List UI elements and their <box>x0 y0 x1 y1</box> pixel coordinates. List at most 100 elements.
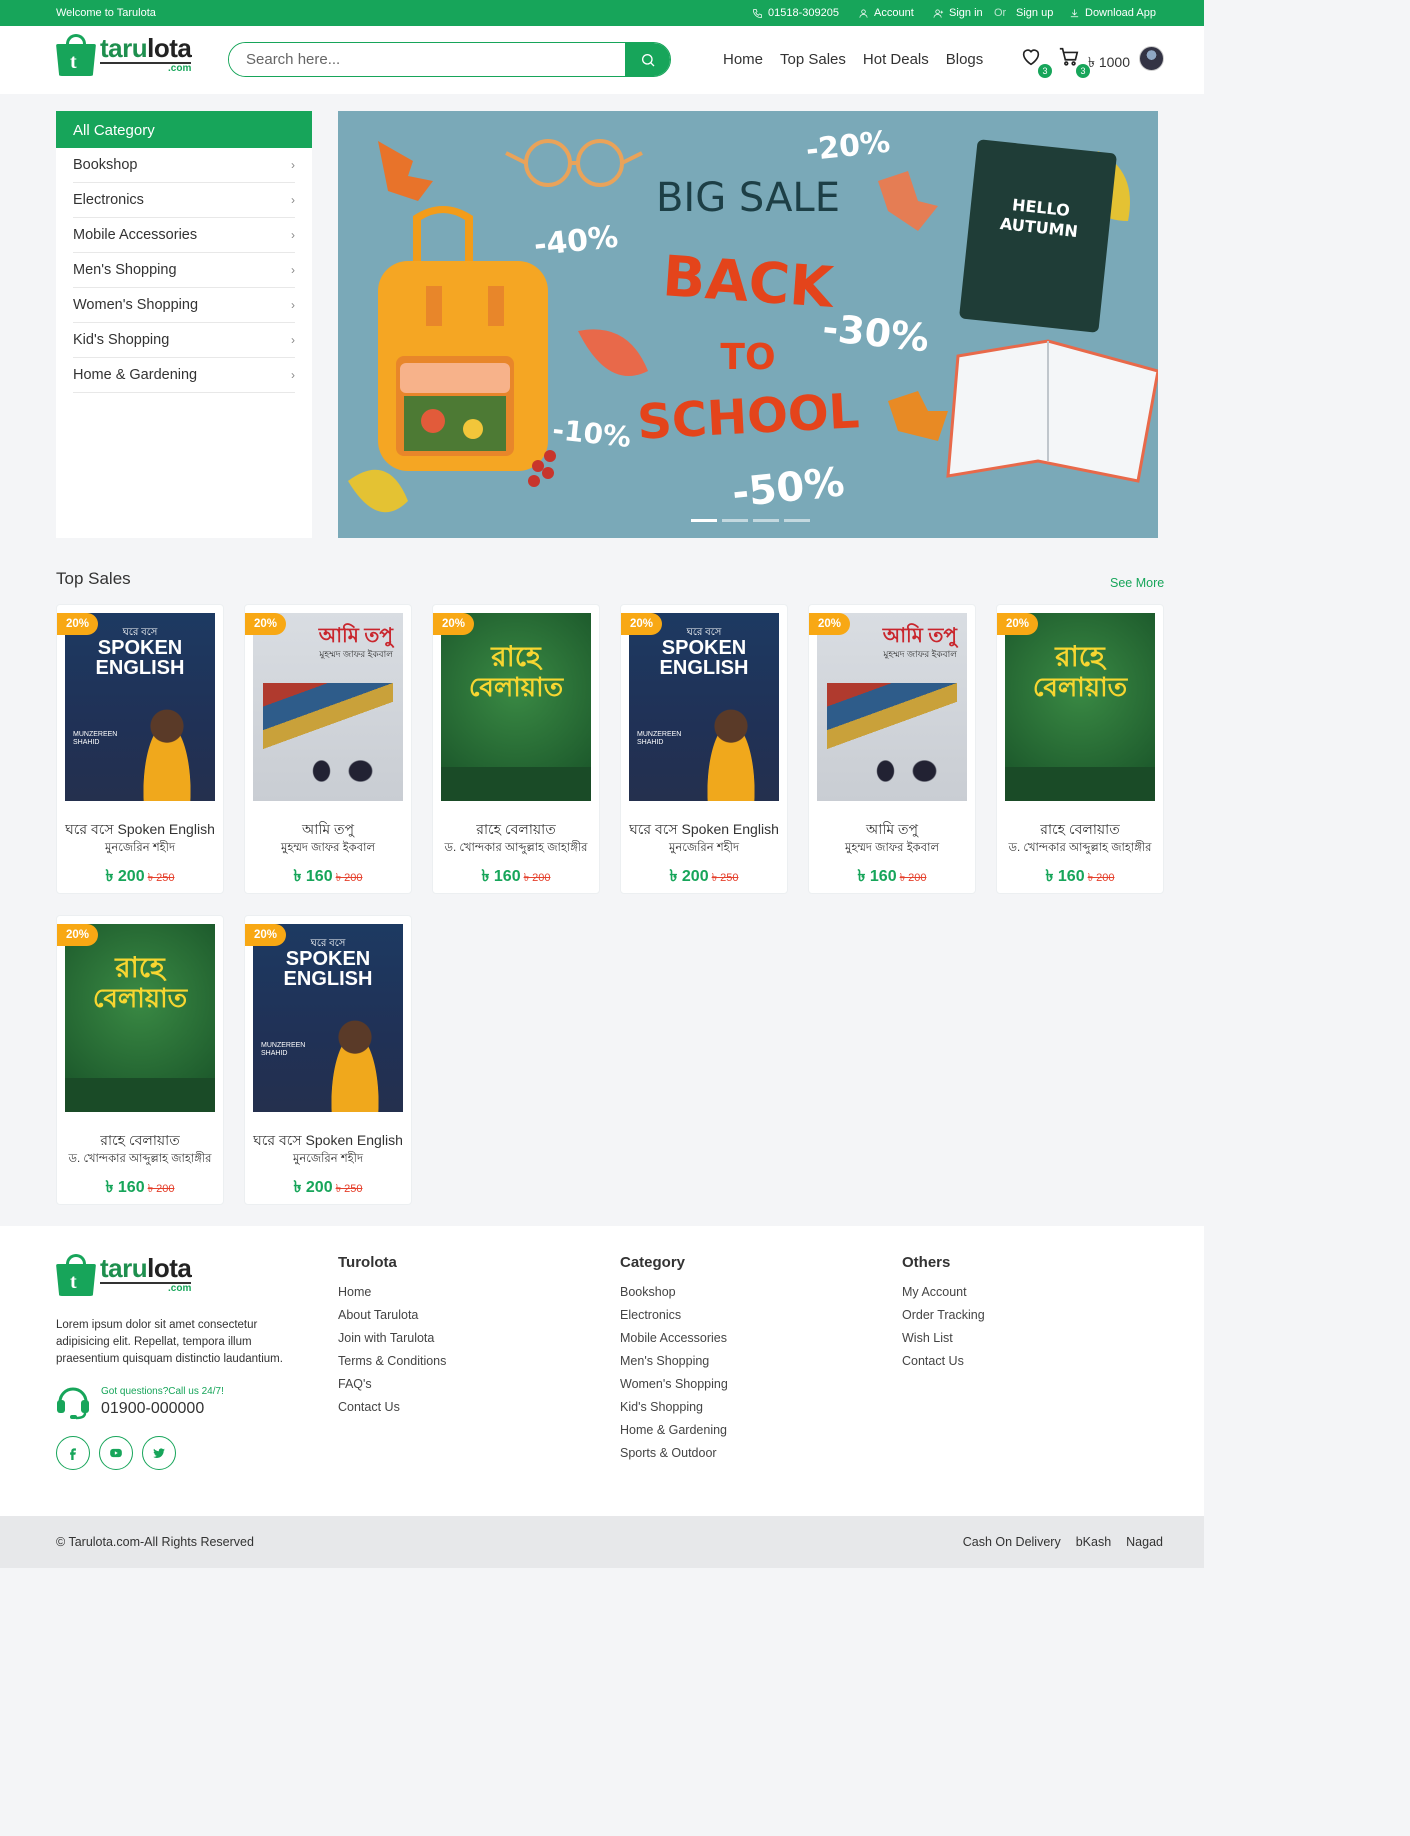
product-price: ৳ 160 ৳ 200 <box>433 863 599 890</box>
avatar[interactable] <box>1139 46 1164 71</box>
footer-logo[interactable]: t tarulota .com <box>56 1254 192 1296</box>
product-card[interactable]: 20% রাহে বেলায়াত রাহে বেলায়াত ড. খোন্দকার … <box>56 915 224 1205</box>
slider-dot[interactable] <box>784 519 810 522</box>
search-button[interactable] <box>625 43 670 76</box>
footer-link[interactable]: Bookshop <box>620 1284 728 1307</box>
footer-link[interactable]: Contact Us <box>338 1399 446 1422</box>
wishlist-button[interactable]: 3 <box>1020 46 1052 78</box>
old-price: ৳ 200 <box>335 872 363 884</box>
category-item[interactable]: Bookshop › <box>73 148 295 183</box>
product-price: ৳ 160 ৳ 200 <box>997 863 1163 890</box>
product-card[interactable]: 20% ঘরে বসে SPOKEN ENGLISH MUNZEREEN SHAHID ঘ… <box>56 604 224 894</box>
sign-in-link[interactable]: Sign in <box>933 7 983 19</box>
category-item[interactable]: Kid's Shopping › <box>73 323 295 358</box>
youtube-button[interactable] <box>99 1436 133 1470</box>
hero-banner[interactable]: HELLO AUTUMN BIG SALE BACK TO SCHOOL -20… <box>338 111 1158 538</box>
payment-methods: Cash On Delivery bKash Nagad <box>963 1535 1163 1549</box>
footer-link[interactable]: Women's Shopping <box>620 1376 728 1399</box>
book-cover-image[interactable]: রাহে বেলায়াত <box>441 613 591 801</box>
book-cover-image[interactable]: আমি তপু মুহম্মদ জাফর ইকবাল <box>253 613 403 801</box>
footer-link[interactable]: Wish List <box>902 1330 985 1353</box>
book-cover-image[interactable]: রাহে বেলায়াত <box>65 924 215 1112</box>
footer-link[interactable]: My Account <box>902 1284 985 1307</box>
svg-text:TO: TO <box>720 337 775 378</box>
see-more-link[interactable]: See More <box>1110 576 1164 590</box>
footer-link[interactable]: Terms & Conditions <box>338 1353 446 1376</box>
footer-description: Lorem ipsum dolor sit amet consectetur a… <box>56 1319 283 1365</box>
footer-column-turolota: Turolota Home About Tarulota Join with Tar… <box>338 1254 446 1422</box>
discount-badge: 20% <box>997 613 1039 635</box>
footer-link[interactable]: Home & Gardening <box>620 1422 728 1445</box>
cart-button[interactable]: 3 <box>1058 46 1090 78</box>
category-item[interactable]: Electronics › <box>73 183 295 218</box>
current-price: ৳ 200 <box>669 868 709 885</box>
nav-home[interactable]: Home <box>723 51 763 68</box>
category-item[interactable]: Women's Shopping › <box>73 288 295 323</box>
footer-link[interactable]: Electronics <box>620 1307 728 1330</box>
footer-link[interactable]: Kid's Shopping <box>620 1399 728 1422</box>
product-card[interactable]: 20% রাহে বেলায়াত রাহে বেলায়াত ড. খোন্দকার … <box>432 604 600 894</box>
old-price: ৳ 200 <box>899 872 927 884</box>
old-price: ৳ 200 <box>147 1183 175 1195</box>
category-item[interactable]: Home & Gardening › <box>73 358 295 393</box>
book-cover-image[interactable]: ঘরে বসে SPOKEN ENGLISH MUNZEREEN SHAHID <box>629 613 779 801</box>
product-card[interactable]: 20% ঘরে বসে SPOKEN ENGLISH MUNZEREEN SHAHID ঘ… <box>620 604 788 894</box>
product-card[interactable]: 20% ঘরে বসে SPOKEN ENGLISH MUNZEREEN SHAHID ঘ… <box>244 915 412 1205</box>
chevron-right-icon: › <box>291 263 295 277</box>
category-label: Men's Shopping <box>73 262 177 278</box>
cover-footer-strip <box>65 1078 215 1112</box>
support-phone[interactable]: 01900-000000 <box>101 1400 204 1418</box>
payment-nagad: Nagad <box>1126 1535 1163 1549</box>
category-item[interactable]: Men's Shopping › <box>73 253 295 288</box>
chevron-right-icon: › <box>291 193 295 207</box>
welcome-text: Welcome to Tarulota <box>56 7 156 19</box>
book-cover-image[interactable]: ঘরে বসে SPOKEN ENGLISH MUNZEREEN SHAHID <box>65 613 215 801</box>
category-label: Kid's Shopping <box>73 332 170 348</box>
category-sidebar: All Category Bookshop › Electronics › Mobile… <box>56 111 312 538</box>
footer-column-category: Category Bookshop Electronics Mobile Acces… <box>620 1254 728 1468</box>
discount-badge: 20% <box>57 924 99 946</box>
footer-link[interactable]: Order Tracking <box>902 1307 985 1330</box>
phone-contact[interactable]: 01518-309205 <box>752 7 839 19</box>
search-input[interactable] <box>229 43 625 76</box>
payment-cod: Cash On Delivery <box>962 1535 1061 1549</box>
account-link[interactable]: Account <box>858 7 914 19</box>
cover-footer-strip <box>1005 767 1155 801</box>
slider-dot[interactable] <box>691 519 717 522</box>
slider-dot[interactable] <box>753 519 779 522</box>
book-cover-image[interactable]: ঘরে বসে SPOKEN ENGLISH MUNZEREEN SHAHID <box>253 924 403 1112</box>
face-illustration <box>827 683 957 793</box>
cart-amount[interactable]: ৳ 1000 <box>1088 51 1130 75</box>
product-author: মুহম্মদ জাফর ইকবাল <box>844 842 940 854</box>
product-card[interactable]: 20% আমি তপু মুহম্মদ জাফর ইকবাল আমি তপু মুহম্… <box>808 604 976 894</box>
current-price: ৳ 160 <box>293 868 333 885</box>
footer-link[interactable]: Men's Shopping <box>620 1353 728 1376</box>
nav-hot-deals[interactable]: Hot Deals <box>863 51 929 68</box>
download-app-link[interactable]: Download App <box>1069 7 1156 19</box>
site-logo[interactable]: t tarulota .com <box>56 34 192 76</box>
nav-top-sales[interactable]: Top Sales <box>780 51 846 68</box>
category-item[interactable]: Mobile Accessories › <box>73 218 295 253</box>
discount-badge: 20% <box>433 613 475 635</box>
slider-dot[interactable] <box>722 519 748 522</box>
chevron-right-icon: › <box>291 333 295 347</box>
sign-up-link[interactable]: Sign up <box>1016 7 1053 19</box>
twitter-button[interactable] <box>142 1436 176 1470</box>
old-price: ৳ 250 <box>335 1183 363 1195</box>
book-cover-image[interactable]: আমি তপু মুহম্মদ জাফর ইকবাল <box>817 613 967 801</box>
footer-link[interactable]: Sports & Outdoor <box>620 1445 728 1468</box>
product-price: ৳ 160 ৳ 200 <box>57 1174 223 1201</box>
footer-link[interactable]: Contact Us <box>902 1353 985 1376</box>
search-icon <box>641 53 654 66</box>
footer-link[interactable]: About Tarulota <box>338 1307 446 1330</box>
product-card[interactable]: 20% রাহে বেলায়াত রাহে বেলায়াত ড. খোন্দকার … <box>996 604 1164 894</box>
footer-link[interactable]: FAQ's <box>338 1376 446 1399</box>
nav-blogs[interactable]: Blogs <box>946 51 984 68</box>
footer-link[interactable]: Join with Tarulota <box>338 1330 446 1353</box>
product-card[interactable]: 20% আমি তপু মুহম্মদ জাফর ইকবাল আমি তপু মুহম্… <box>244 604 412 894</box>
facebook-button[interactable] <box>56 1436 90 1470</box>
footer-link[interactable]: Home <box>338 1284 446 1307</box>
footer-link[interactable]: Mobile Accessories <box>620 1330 728 1353</box>
book-cover-image[interactable]: রাহে বেলায়াত <box>1005 613 1155 801</box>
search-bar <box>228 42 671 77</box>
